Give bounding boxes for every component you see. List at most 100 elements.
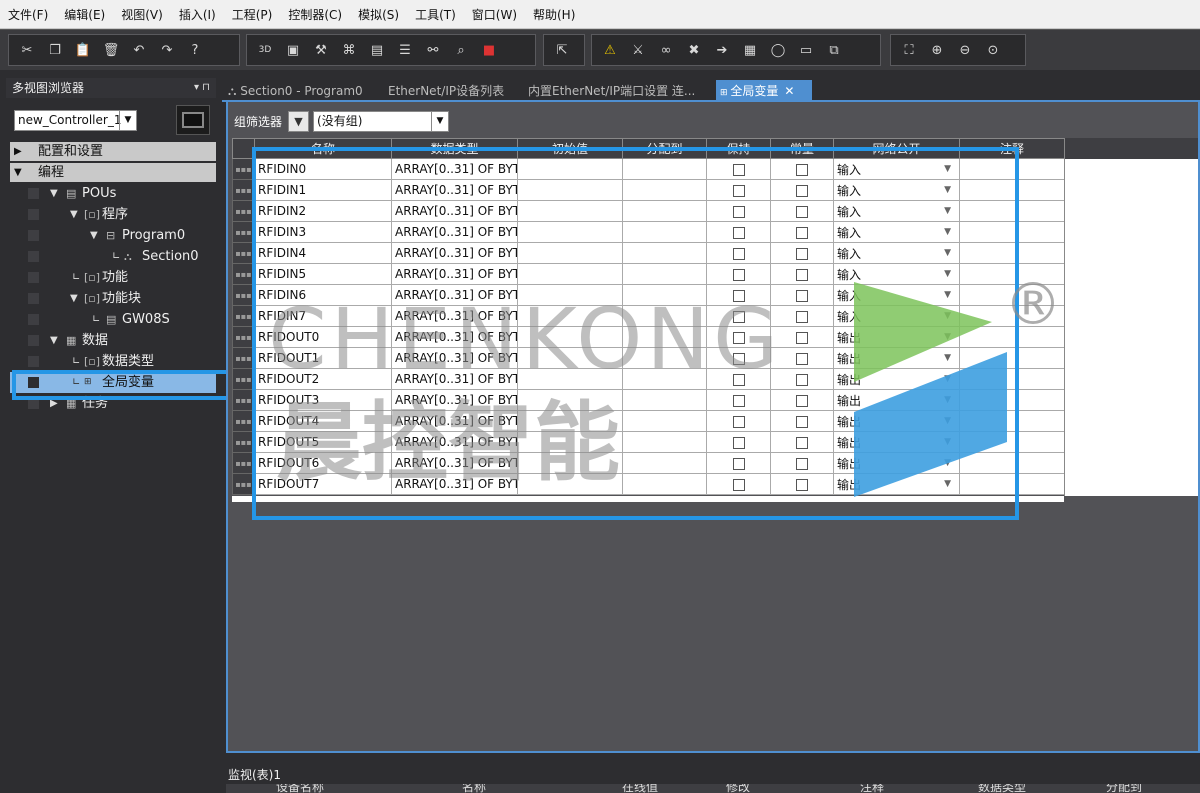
assign-to-cell[interactable] [622, 431, 707, 453]
retain-checkbox[interactable] [732, 184, 745, 197]
variable-name-cell[interactable]: RFIDOUT3 [254, 389, 392, 411]
variable-name-cell[interactable]: RFIDOUT0 [254, 326, 392, 348]
retain-checkbox[interactable] [732, 436, 745, 449]
table-row[interactable]: ▪▪▪ RFIDIN6 ARRAY[0..31] OF BYTE 输入 ▼ [232, 284, 1065, 306]
table-row[interactable]: ▪▪▪ RFIDOUT7 ARRAY[0..31] OF BYTE 输出 ▼ [232, 473, 1065, 495]
retain-checkbox[interactable] [732, 478, 745, 491]
retain-checkbox[interactable] [732, 289, 745, 302]
chevron-down-icon[interactable]: ▼ [944, 286, 951, 305]
view-3d-icon[interactable]: 3D [251, 37, 279, 63]
build-icon[interactable]: ⚔ [624, 37, 652, 63]
watch-header-device[interactable]: 设备名称 [276, 784, 324, 793]
assign-to-cell[interactable] [622, 389, 707, 411]
chevron-down-icon[interactable]: ▼ [944, 328, 951, 347]
tree-item-program0[interactable]: ▼ ⊟ Program0 [10, 225, 216, 246]
pin-icon[interactable]: ▾ ⊓ [194, 78, 210, 98]
menu-insert[interactable]: 插入(I) [171, 0, 224, 29]
tab-section0[interactable]: ⛬ Section0 - Program0 [228, 80, 378, 102]
row-handle-icon[interactable]: ▪▪▪ [232, 326, 255, 348]
chevron-down-icon[interactable]: ▼ [944, 223, 951, 242]
retain-checkbox[interactable] [732, 394, 745, 407]
retain-checkbox[interactable] [732, 310, 745, 323]
close-icon[interactable]: ✕ [784, 84, 794, 98]
watch-header-assign[interactable]: 分配到 [1106, 784, 1142, 793]
row-handle-icon[interactable]: ▪▪▪ [232, 389, 255, 411]
retain-checkbox[interactable] [732, 457, 745, 470]
retain-checkbox[interactable] [732, 247, 745, 260]
menu-view[interactable]: 视图(V) [113, 0, 171, 29]
row-handle-icon[interactable]: ▪▪▪ [232, 305, 255, 327]
chevron-down-icon[interactable]: ▼ [431, 111, 448, 131]
comment-cell[interactable] [959, 200, 1065, 222]
table-row[interactable]: ▪▪▪ RFIDIN1 ARRAY[0..31] OF BYTE 输入 ▼ [232, 179, 1065, 201]
variable-name-cell[interactable]: RFIDOUT4 [254, 410, 392, 432]
constant-checkbox[interactable] [796, 289, 808, 302]
expand-right-icon[interactable]: ▶ [14, 142, 22, 161]
delete-icon[interactable]: 🗑 [97, 37, 125, 63]
assign-to-cell[interactable] [622, 284, 707, 306]
network-publish-cell[interactable]: 输入 ▼ [833, 284, 960, 306]
tree-item-pous[interactable]: ▼ ▤ POUs [10, 183, 216, 204]
menu-simulation[interactable]: 模拟(S) [350, 0, 407, 29]
menu-controller[interactable]: 控制器(C) [280, 0, 350, 29]
constant-checkbox[interactable] [796, 310, 808, 323]
comment-cell[interactable] [959, 284, 1065, 306]
comment-cell[interactable] [959, 326, 1065, 348]
data-type-cell[interactable]: ARRAY[0..31] OF BYTE [391, 179, 518, 201]
variable-name-cell[interactable]: RFIDIN6 [254, 284, 392, 306]
expand-down-icon[interactable]: ▼ [70, 204, 78, 225]
tab-global-variables[interactable]: ⊞ 全局变量 ✕ [716, 80, 812, 102]
comment-cell[interactable] [959, 410, 1065, 432]
constant-checkbox[interactable] [796, 415, 808, 428]
menu-project[interactable]: 工程(P) [224, 0, 281, 29]
constant-checkbox[interactable] [796, 163, 808, 176]
table-row[interactable]: ▪▪▪ RFIDOUT5 ARRAY[0..31] OF BYTE 输出 ▼ [232, 431, 1065, 453]
tab-ethernet-ip-device-list[interactable]: EtherNet/IP设备列表 [388, 80, 516, 102]
network-publish-cell[interactable]: 输入 ▼ [833, 179, 960, 201]
constant-checkbox[interactable] [796, 247, 808, 260]
warning-icon[interactable]: ⚠ [596, 37, 624, 63]
table-row[interactable]: ▪▪▪ RFIDIN7 ARRAY[0..31] OF BYTE 输入 ▼ [232, 305, 1065, 327]
section-config[interactable]: ▶ 配置和设置 [10, 142, 216, 161]
comment-cell[interactable] [959, 158, 1065, 180]
assign-to-cell[interactable] [622, 221, 707, 243]
data-type-cell[interactable]: ARRAY[0..31] OF BYTE [391, 200, 518, 222]
assign-to-cell[interactable] [622, 179, 707, 201]
initial-value-cell[interactable] [517, 452, 623, 474]
constant-checkbox[interactable] [796, 331, 808, 344]
initial-value-cell[interactable] [517, 473, 623, 495]
network-publish-cell[interactable]: 输入 ▼ [833, 221, 960, 243]
chevron-down-icon[interactable]: ▼ [944, 244, 951, 263]
monitor-icon[interactable]: ▭ [792, 37, 820, 63]
row-handle-icon[interactable]: ▪▪▪ [232, 158, 255, 180]
variable-name-cell[interactable]: RFIDIN0 [254, 158, 392, 180]
constant-checkbox[interactable] [796, 205, 808, 218]
tree-item-data[interactable]: ▼ ▦ 数据 [10, 330, 216, 351]
variable-name-cell[interactable]: RFIDOUT5 [254, 431, 392, 453]
initial-value-cell[interactable] [517, 158, 623, 180]
chevron-down-icon[interactable]: ▼ [119, 111, 136, 130]
tree-item-data-types[interactable]: ∟ [▫] 数据类型 [10, 351, 216, 372]
initial-value-cell[interactable] [517, 431, 623, 453]
table-row[interactable]: ▪▪▪ RFIDOUT0 ARRAY[0..31] OF BYTE 输出 ▼ [232, 326, 1065, 348]
header-assign-to[interactable]: 分配到 [622, 138, 707, 159]
chevron-down-icon[interactable]: ▼ [944, 391, 951, 410]
initial-value-cell[interactable] [517, 200, 623, 222]
initial-value-cell[interactable] [517, 263, 623, 285]
chevron-down-icon[interactable]: ▼ [944, 181, 951, 200]
watch-header-name[interactable]: 名称 [462, 784, 486, 793]
variable-name-cell[interactable]: RFIDOUT7 [254, 473, 392, 495]
debug-icon[interactable]: ✖ [680, 37, 708, 63]
tree-item-functions[interactable]: ∟ [▫] 功能 [10, 267, 216, 288]
constant-checkbox[interactable] [796, 268, 808, 281]
undo-icon[interactable]: ↶ [125, 37, 153, 63]
network-publish-cell[interactable]: 输入 ▼ [833, 263, 960, 285]
variable-name-cell[interactable]: RFIDOUT2 [254, 368, 392, 390]
data-type-cell[interactable]: ARRAY[0..31] OF BYTE [391, 389, 518, 411]
cut-icon[interactable]: ✂ [13, 37, 41, 63]
network-publish-cell[interactable]: 输出 ▼ [833, 368, 960, 390]
table-row[interactable]: ▪▪▪ RFIDIN3 ARRAY[0..31] OF BYTE 输入 ▼ [232, 221, 1065, 243]
retain-checkbox[interactable] [732, 163, 745, 176]
table-row[interactable]: ▪▪▪ RFIDOUT6 ARRAY[0..31] OF BYTE 输出 ▼ [232, 452, 1065, 474]
header-name[interactable]: 名称 [254, 138, 392, 159]
